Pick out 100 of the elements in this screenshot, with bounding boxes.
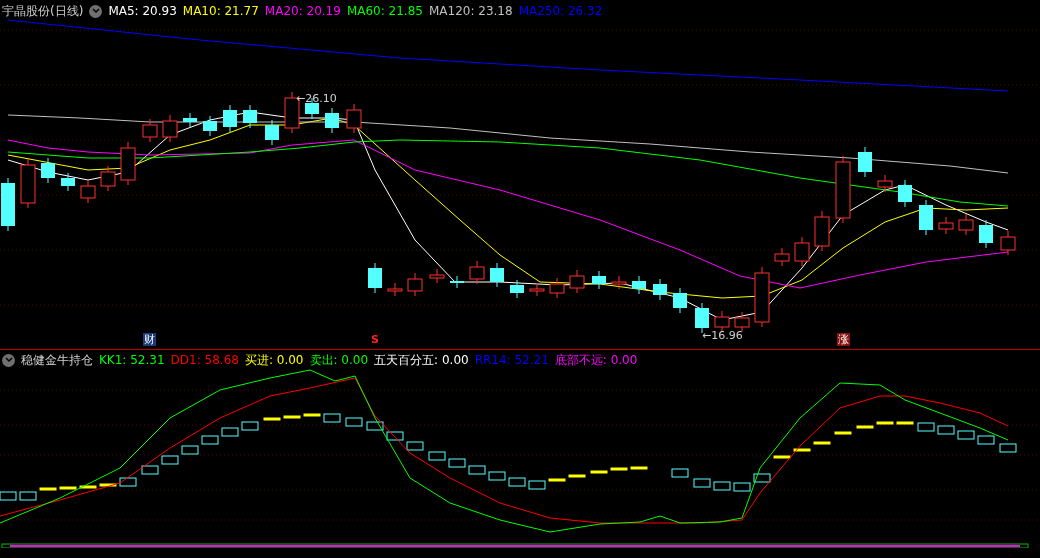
candlestick bbox=[734, 311, 750, 333]
indicator-bar bbox=[630, 466, 648, 470]
candlestick bbox=[958, 213, 974, 236]
legend-item: RR14: 52.21 bbox=[474, 352, 549, 369]
indicator-bar bbox=[428, 451, 446, 461]
candlestick bbox=[142, 118, 158, 143]
chart-marker[interactable]: 财 bbox=[143, 333, 156, 346]
indicator-bar bbox=[568, 474, 586, 478]
indicator-bar bbox=[773, 455, 791, 459]
candlestick bbox=[898, 179, 912, 208]
candlestick bbox=[450, 275, 464, 289]
indicator-bar bbox=[59, 486, 77, 490]
indicator-bar bbox=[671, 468, 689, 478]
indicator-bar bbox=[528, 480, 546, 490]
indicator-bar bbox=[386, 431, 404, 441]
legend-item: 买进: 0.00 bbox=[244, 352, 304, 369]
candlestick bbox=[120, 141, 136, 186]
indicator-bar bbox=[813, 441, 831, 445]
legend-item: MA10: 21.77 bbox=[182, 3, 259, 20]
candlestick bbox=[243, 104, 257, 129]
indicator-bar bbox=[917, 422, 935, 432]
candlestick bbox=[223, 104, 237, 133]
legend-item: MA20: 20.19 bbox=[264, 3, 341, 20]
candlestick bbox=[774, 247, 790, 267]
candlestick bbox=[429, 268, 445, 284]
indicator-bar bbox=[181, 445, 199, 455]
candlestick bbox=[387, 282, 403, 297]
indicator-bar bbox=[488, 471, 506, 481]
candlestick bbox=[835, 155, 851, 224]
indicator-bar bbox=[856, 425, 874, 429]
indicator-bar bbox=[468, 465, 486, 475]
legend-item: 底部不远: 0.00 bbox=[554, 352, 638, 369]
candlestick bbox=[61, 172, 75, 192]
indicator-bar bbox=[39, 487, 57, 491]
chart-marker[interactable]: 涨 bbox=[837, 333, 850, 346]
indicator-bar bbox=[448, 458, 466, 468]
price-label: ←16.96 bbox=[702, 328, 743, 344]
legend-item: KK1: 52.31 bbox=[99, 352, 165, 369]
indicator-bar bbox=[99, 483, 117, 487]
legend-item: MA5: 20.93 bbox=[108, 3, 177, 20]
candlestick bbox=[325, 107, 339, 134]
candlestick bbox=[569, 269, 585, 294]
legend-item: 卖出: 0.00 bbox=[309, 352, 369, 369]
candlestick bbox=[80, 179, 96, 204]
candlestick bbox=[814, 210, 830, 252]
candlestick bbox=[469, 260, 485, 285]
indicator-bar bbox=[876, 421, 894, 425]
candlestick bbox=[938, 216, 954, 235]
indicator-bar bbox=[610, 467, 628, 471]
chevron-icon[interactable] bbox=[2, 353, 15, 367]
indicator-bar bbox=[283, 415, 301, 419]
candlestick bbox=[549, 277, 565, 299]
chart-title: 宇晶股份(日线) bbox=[2, 3, 84, 20]
candlestick bbox=[368, 262, 382, 294]
indicator-bar bbox=[713, 481, 731, 491]
candlestick bbox=[100, 165, 116, 192]
candlestick bbox=[20, 158, 36, 209]
candlestick bbox=[653, 278, 667, 301]
legend-item: MA250: 26.32 bbox=[518, 3, 603, 20]
indicator-bar bbox=[977, 435, 995, 445]
indicator-bar bbox=[999, 443, 1017, 453]
candlestick bbox=[877, 174, 893, 193]
legend-item: MA120: 23.18 bbox=[428, 3, 513, 20]
candlestick bbox=[510, 279, 524, 299]
indicator-bar bbox=[508, 477, 526, 487]
legend-item: 五天百分五: 0.00 bbox=[374, 352, 469, 369]
indicator-bar bbox=[896, 421, 914, 425]
indicator-title: 稳健金牛持仓 bbox=[21, 352, 93, 369]
candlestick bbox=[919, 199, 933, 236]
indicator-bar bbox=[834, 431, 852, 435]
indicator-bar bbox=[693, 478, 711, 488]
chart-marker[interactable]: S bbox=[370, 333, 380, 346]
indicator-bar bbox=[323, 413, 341, 423]
indicator-bar bbox=[161, 455, 179, 465]
candlestick bbox=[407, 272, 423, 297]
candlestick bbox=[979, 219, 993, 249]
indicator-bar bbox=[957, 430, 975, 440]
chevron-icon[interactable] bbox=[89, 4, 103, 18]
candlestick bbox=[41, 157, 55, 184]
candlestick bbox=[203, 115, 217, 137]
candlestick bbox=[754, 266, 770, 328]
indicator-bar bbox=[793, 448, 811, 452]
legend-item: MA60: 21.85 bbox=[346, 3, 423, 20]
indicator-bar bbox=[19, 491, 37, 501]
indicator-bar bbox=[753, 473, 771, 483]
candlestick bbox=[632, 275, 646, 295]
indicator-bar bbox=[937, 425, 955, 435]
indicator-bar bbox=[590, 470, 608, 474]
candlestick bbox=[183, 112, 197, 128]
indicator-bar bbox=[548, 478, 566, 482]
candlestick bbox=[1000, 230, 1016, 256]
indicator-bar bbox=[201, 435, 219, 445]
indicator-bar bbox=[303, 413, 321, 417]
indicator-bar bbox=[119, 477, 137, 487]
candlestick bbox=[265, 119, 279, 146]
price-label: ←26.10 bbox=[296, 91, 337, 107]
candlestick bbox=[346, 103, 362, 134]
indicator-bar bbox=[141, 465, 159, 475]
indicator-bar bbox=[733, 482, 751, 492]
candlestick bbox=[714, 310, 730, 333]
